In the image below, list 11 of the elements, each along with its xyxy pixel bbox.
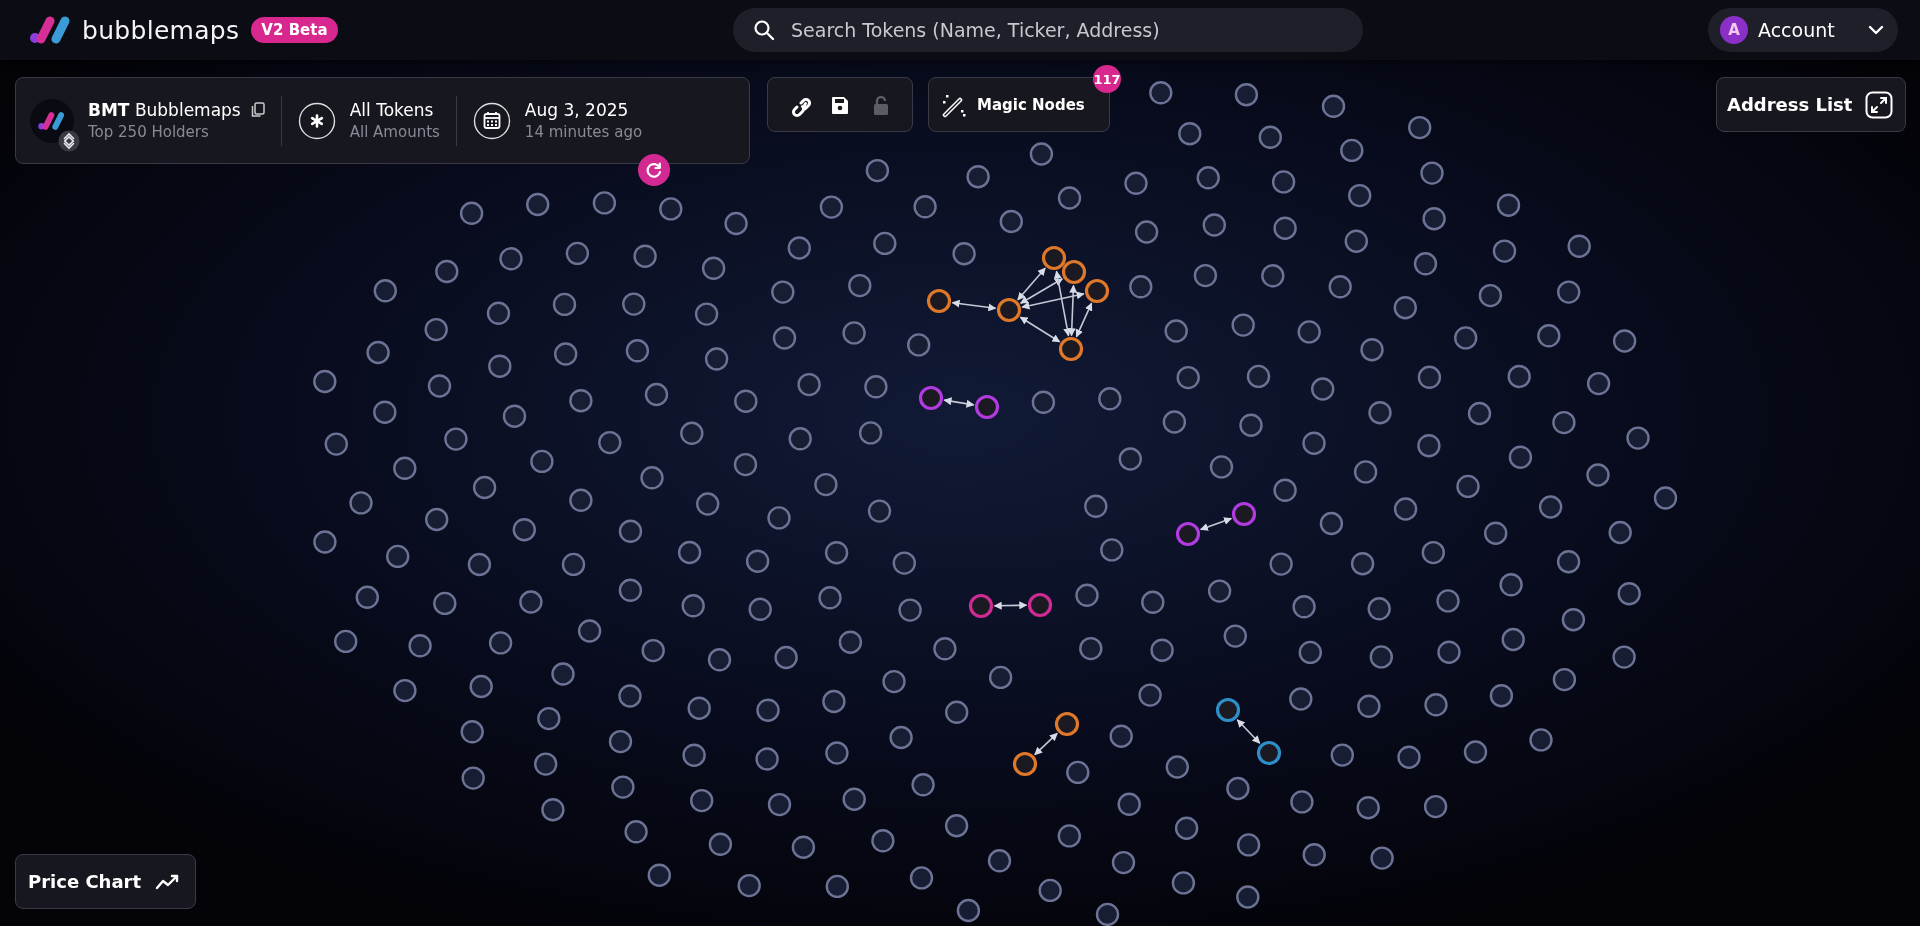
logo-text[interactable]: bubblemaps <box>82 15 240 45</box>
holders-subtitle: Top 250 Holders <box>88 123 210 141</box>
version-badge: V2 Beta <box>251 17 338 43</box>
account-menu-button[interactable]: A Account <box>1708 8 1898 52</box>
price-chart-button[interactable]: Price Chart <box>15 854 196 909</box>
search-field[interactable]: Search Tokens (Name, Ticker, Address) <box>733 8 1363 52</box>
token-filter-button[interactable]: All Tokens All Amounts <box>297 95 457 146</box>
date-button[interactable]: Aug 3, 2025 14 minutes ago <box>472 95 659 146</box>
account-avatar: A <box>1720 16 1748 44</box>
token-name: BMT Bubblemaps <box>88 100 241 120</box>
address-list-button[interactable]: Address List <box>1716 77 1906 132</box>
